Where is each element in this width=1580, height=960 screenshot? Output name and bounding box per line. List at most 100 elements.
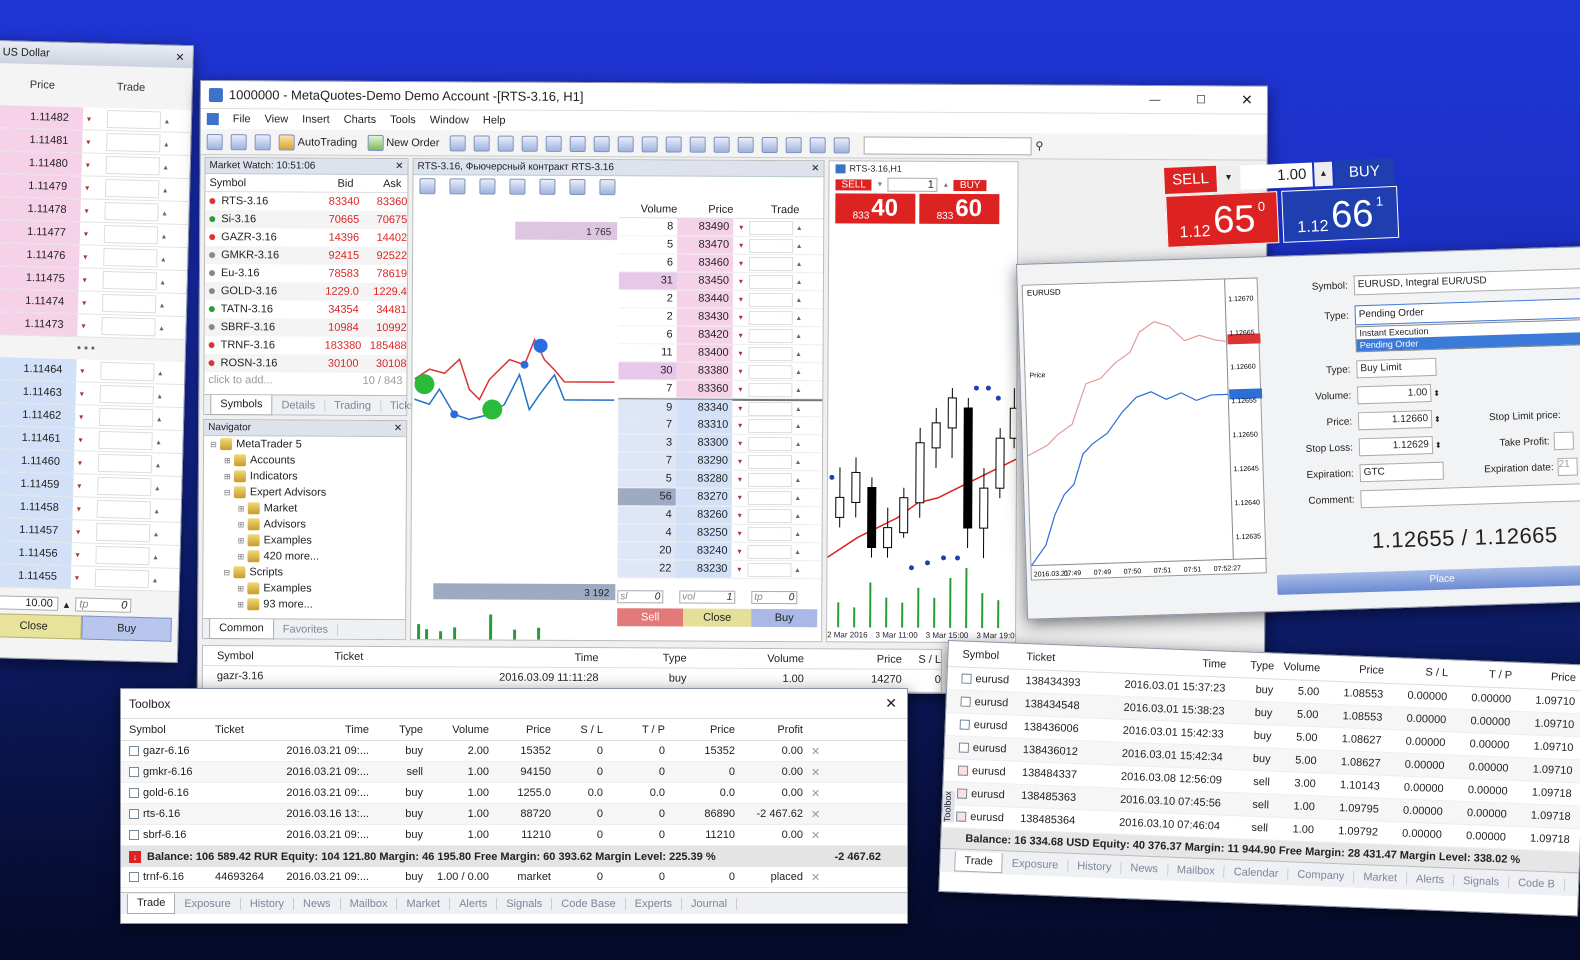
- dom-row[interactable]: 11 83400 ▾ ▴: [618, 344, 823, 364]
- dom-row[interactable]: 6 83420 ▾ ▴: [618, 326, 823, 346]
- tab-alerts[interactable]: Alerts: [1406, 872, 1455, 887]
- tab-symbols[interactable]: Symbols: [210, 394, 273, 415]
- dropdown-icon[interactable]: ▾: [77, 481, 93, 490]
- dropdown-icon[interactable]: ▾: [85, 183, 101, 192]
- navigator-item[interactable]: ⊞ Indicators: [204, 468, 406, 485]
- up-icon[interactable]: ▴: [797, 313, 801, 322]
- tab-signals[interactable]: Signals: [1453, 874, 1510, 889]
- profiles-icon[interactable]: [230, 133, 247, 150]
- up-icon[interactable]: ▴: [159, 323, 163, 332]
- dropdown-icon[interactable]: ▾: [84, 206, 100, 215]
- dropdown-icon[interactable]: ▾: [732, 493, 748, 502]
- tab-code-b[interactable]: Code B: [1508, 876, 1566, 891]
- trade-cell[interactable]: [101, 316, 156, 337]
- dropdown-icon[interactable]: ▾: [732, 475, 748, 484]
- trade-cell[interactable]: [95, 522, 151, 543]
- dom-row[interactable]: 7 83310 ▾ ▴: [618, 416, 823, 436]
- dropdown-icon[interactable]: ▾: [1217, 165, 1240, 191]
- dropdown-icon[interactable]: ▾: [733, 313, 749, 322]
- trade-cell[interactable]: [101, 293, 157, 314]
- trade-cell[interactable]: [95, 545, 150, 566]
- dropdown-icon[interactable]: ▾: [82, 298, 98, 307]
- price-input[interactable]: 1.12660: [1357, 410, 1433, 431]
- up-icon[interactable]: ▴: [797, 331, 801, 340]
- line-chart-icon[interactable]: [497, 135, 514, 152]
- market-watch-row[interactable]: Eu-3.16 78583 78619: [205, 264, 407, 283]
- up-icon[interactable]: ▴: [796, 367, 800, 376]
- market-watch-row[interactable]: ROSN-3.16 30100 30108: [204, 354, 407, 374]
- autoscroll-icon[interactable]: [593, 135, 610, 152]
- trade-cell[interactable]: [747, 562, 792, 577]
- up-icon[interactable]: ▴: [1313, 161, 1333, 187]
- type2-select[interactable]: Buy Limit: [1356, 357, 1437, 379]
- table-row[interactable]: gmkr-6.16 2016.03.21 09:... sell 1.00 94150 0…: [121, 762, 907, 783]
- dom-row[interactable]: 7 83290 ▾ ▴: [617, 452, 823, 472]
- dom-row[interactable]: 30 83380 ▾ ▴: [618, 362, 823, 382]
- up-icon[interactable]: ▴: [796, 511, 800, 520]
- up-icon[interactable]: ▴: [940, 178, 952, 192]
- navigator-item[interactable]: ⊞ Examples: [204, 532, 406, 549]
- shift-icon[interactable]: [617, 135, 634, 152]
- navigator-item[interactable]: ⊞ Market: [204, 500, 406, 517]
- close-button[interactable]: Close: [0, 612, 82, 640]
- menu-item-charts[interactable]: Charts: [344, 114, 390, 126]
- close-icon[interactable]: ✕: [395, 159, 403, 174]
- tab-journal[interactable]: Journal: [682, 897, 738, 910]
- dom-row[interactable]: 5 83470 ▾ ▴: [619, 236, 824, 256]
- close-icon[interactable]: ✕: [1227, 91, 1267, 108]
- dropdown-icon[interactable]: ▾: [75, 550, 91, 559]
- market-watch-row[interactable]: RTS-3.16 83340 83360: [205, 192, 407, 211]
- dropdown-icon[interactable]: ▾: [732, 421, 748, 430]
- dropdown-icon[interactable]: ▾: [732, 385, 748, 394]
- trade-cell[interactable]: [748, 292, 793, 307]
- symbol-select[interactable]: EURUSD, Integral EUR/USD: [1353, 267, 1580, 296]
- channel-icon[interactable]: [785, 136, 802, 153]
- trade-cell[interactable]: [103, 224, 159, 245]
- dropdown-icon[interactable]: ▾: [86, 137, 102, 146]
- dropdown-icon[interactable]: ▾: [86, 160, 102, 169]
- expander-icon[interactable]: ⊞: [237, 552, 247, 561]
- expander-icon[interactable]: ⊞: [238, 504, 248, 513]
- dropdown-icon[interactable]: ▾: [732, 457, 748, 466]
- dropdown-icon[interactable]: ▾: [78, 458, 94, 467]
- market-watch-row[interactable]: TATN-3.16 34354 34481: [205, 300, 407, 319]
- navigator-item[interactable]: ⊞ Advisors: [204, 516, 406, 533]
- market-watch-icon[interactable]: [254, 133, 271, 150]
- trade-cell[interactable]: [104, 178, 160, 199]
- candles-icon[interactable]: [473, 134, 490, 152]
- dom-row[interactable]: 8 83490 ▾ ▴: [619, 218, 824, 238]
- dom-row[interactable]: 7 83360 ▾ ▴: [618, 380, 823, 400]
- dropdown-icon[interactable]: ▾: [874, 178, 886, 192]
- trade-cell[interactable]: [748, 328, 793, 343]
- comment-input[interactable]: [1360, 482, 1580, 509]
- up-icon[interactable]: ▴: [797, 259, 801, 268]
- up-icon[interactable]: ▴: [797, 295, 801, 304]
- up-icon[interactable]: ▴: [796, 404, 800, 413]
- trade-cell[interactable]: [747, 526, 792, 541]
- dom-row[interactable]: 56 83270 ▾ ▴: [617, 488, 822, 508]
- trade-cell[interactable]: [748, 310, 793, 325]
- trade-cell[interactable]: [100, 361, 155, 382]
- trade-cell[interactable]: [97, 453, 153, 474]
- maximize-icon[interactable]: ☐: [1181, 93, 1221, 106]
- tab-market[interactable]: Market: [1354, 870, 1408, 885]
- expander-icon[interactable]: ⊞: [237, 584, 247, 593]
- dom-row[interactable]: 4 83260 ▾ ▴: [617, 506, 822, 526]
- trade-cell[interactable]: [747, 508, 792, 523]
- expander-icon[interactable]: ⊟: [210, 440, 220, 449]
- market-watch-row[interactable]: TRNF-3.16 183380 185488: [205, 336, 407, 355]
- navigator-item[interactable]: ⊟ MetaTrader 5: [204, 436, 406, 453]
- new-chart-icon[interactable]: [206, 133, 223, 150]
- table-row[interactable]: rts-6.16 2016.03.16 13:... buy 1.00 88720 0 0 8…: [121, 804, 907, 825]
- up-icon[interactable]: ▴: [797, 241, 801, 250]
- up-icon[interactable]: ▴: [162, 231, 166, 240]
- up-icon[interactable]: ▴: [161, 254, 165, 263]
- tile-icon[interactable]: [569, 135, 586, 152]
- new-order-button[interactable]: New Order: [367, 134, 439, 151]
- search-icon[interactable]: ⚲: [1035, 139, 1043, 152]
- up-icon[interactable]: ▴: [796, 529, 800, 538]
- buy-button[interactable]: BUY: [1333, 157, 1395, 187]
- fibo-icon[interactable]: [761, 136, 778, 153]
- up-icon[interactable]: ▴: [796, 493, 800, 502]
- sell-price[interactable]: 833 40: [835, 193, 916, 224]
